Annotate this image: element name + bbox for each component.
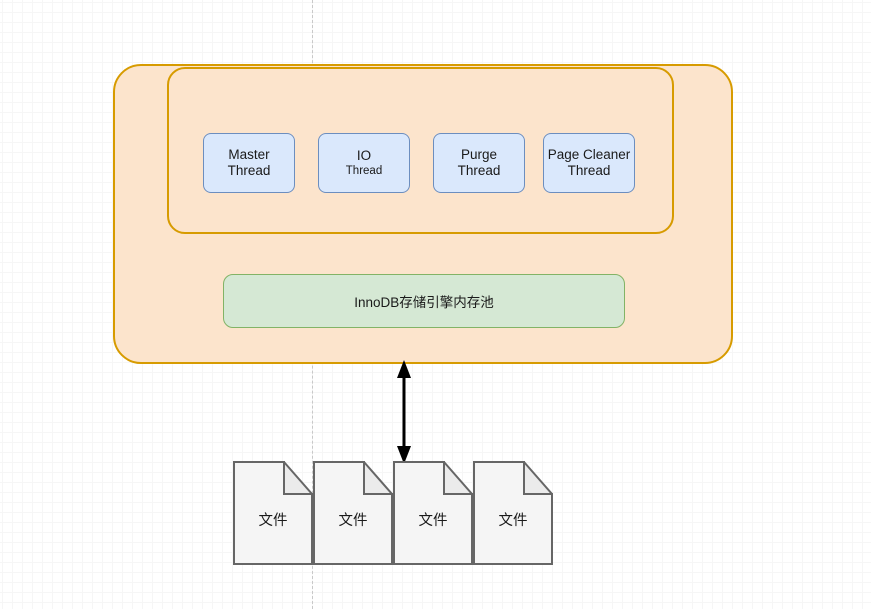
thread-label-line1: Page Cleaner <box>547 146 631 162</box>
diagram-canvas: Master Thread IO Thread Purge Thread Pag… <box>0 0 871 609</box>
thread-label-line1: Purge <box>460 146 498 162</box>
thread-label-line1: IO <box>356 147 372 163</box>
file-label: 文件 <box>258 513 288 529</box>
file-shape[interactable]: 文件 <box>233 459 315 565</box>
thread-box-io[interactable]: IO Thread <box>318 133 410 193</box>
file-label: 文件 <box>418 513 448 529</box>
file-shape[interactable]: 文件 <box>313 459 395 565</box>
file-label: 文件 <box>338 513 368 529</box>
bidirectional-arrow-icon <box>397 360 411 464</box>
thread-box-purge[interactable]: Purge Thread <box>433 133 525 193</box>
thread-box-master[interactable]: Master Thread <box>203 133 295 193</box>
thread-label-line2: Thread <box>345 165 383 178</box>
file-label: 文件 <box>498 513 528 529</box>
thread-box-page-cleaner[interactable]: Page Cleaner Thread <box>543 133 635 193</box>
thread-label-line2: Thread <box>227 163 271 178</box>
thread-label-line2: Thread <box>457 163 501 178</box>
memory-pool-label: InnoDB存储引擎内存池 <box>354 295 494 310</box>
thread-label-line1: Master <box>228 146 270 162</box>
file-shape[interactable]: 文件 <box>393 459 475 565</box>
memory-pool-box[interactable]: InnoDB存储引擎内存池 <box>223 274 625 328</box>
file-shape[interactable]: 文件 <box>473 459 555 565</box>
thread-label-line2: Thread <box>567 163 611 178</box>
